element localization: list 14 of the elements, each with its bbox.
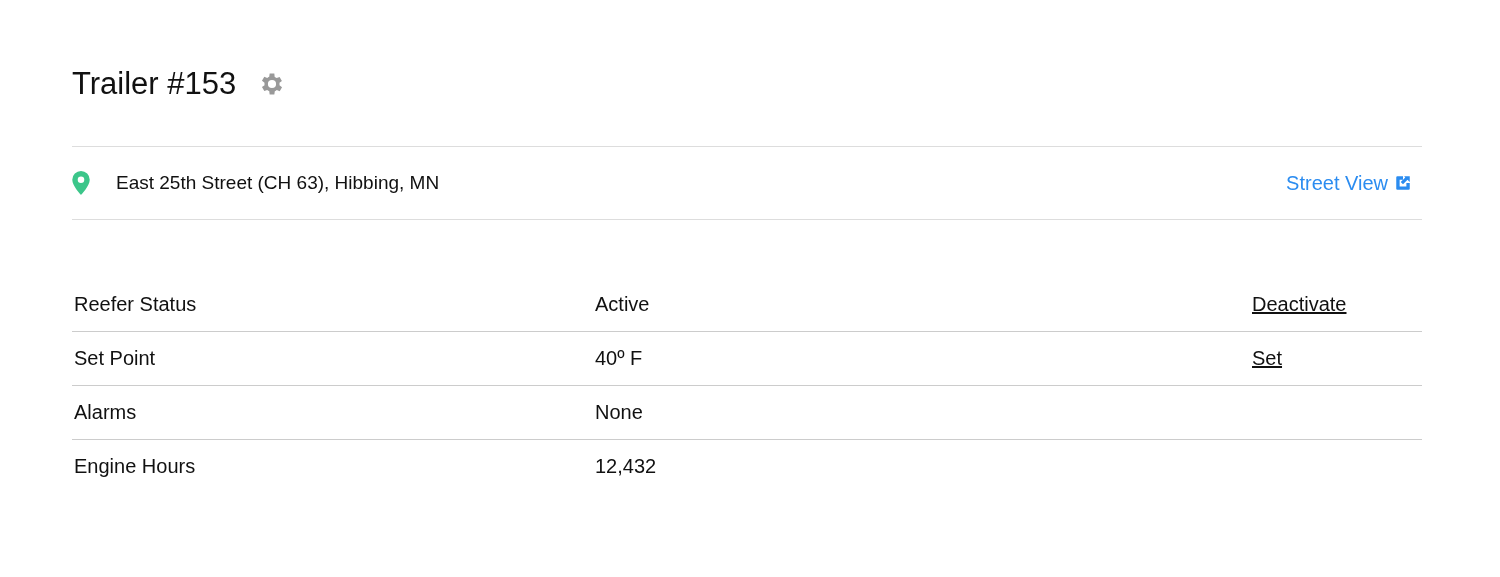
address-text: East 25th Street (CH 63), Hibbing, MN — [116, 172, 440, 194]
action-link[interactable]: Deactivate — [1252, 293, 1347, 315]
row-label: Set Point — [73, 347, 157, 370]
row-label: Engine Hours — [73, 455, 197, 478]
action-link[interactable]: Set — [1252, 347, 1283, 369]
map-pin-icon — [72, 171, 90, 195]
row-label: Alarms — [73, 401, 138, 424]
row-value: None — [595, 401, 644, 424]
page-title: Trailer #153 — [72, 66, 237, 102]
row-label: Reefer Status — [73, 293, 198, 316]
row-value: 40º F — [595, 347, 644, 370]
external-link-icon — [1394, 174, 1412, 192]
row-value: Active — [595, 293, 651, 316]
row-value: 12,432 — [595, 455, 658, 478]
